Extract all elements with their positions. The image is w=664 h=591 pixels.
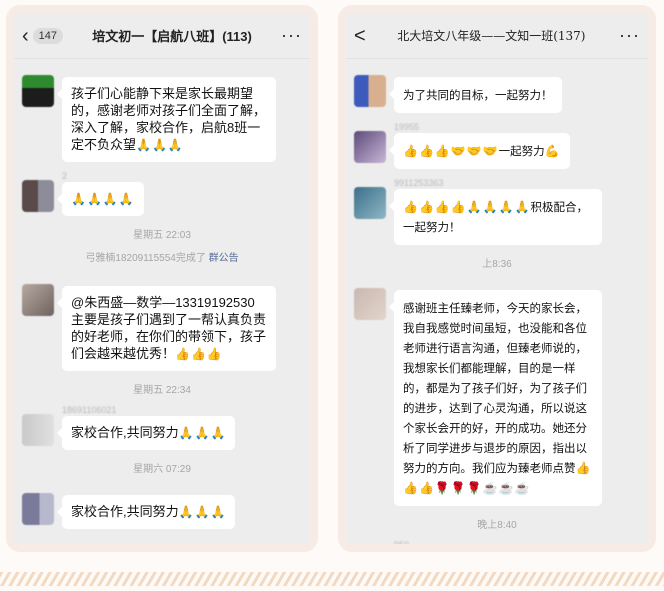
avatar[interactable] <box>22 180 54 212</box>
message-bubble[interactable]: 孩子们心能静下来是家长最期望的，感谢老师对孩子们全面了解，深入了解，家校合作，启… <box>57 77 276 162</box>
avatar[interactable] <box>354 75 386 107</box>
back-chevron-icon: < <box>354 24 366 47</box>
message-row: 950 <box>354 539 640 544</box>
emoji-icons: 👍👍👍🤝🤝🤝 <box>403 144 499 158</box>
sender-name: 950 <box>394 539 640 544</box>
right-chat-title: 北大培文八年级——文知一班(137) <box>397 29 586 43</box>
message-row: 18691106021 家校合作,共同努力🙏🙏🙏 <box>22 404 302 450</box>
right-chat-window: < 北大培文八年级——文知一班(137) ··· 为了共同的目标，一起努力！ 1… <box>346 13 648 544</box>
right-back-button[interactable]: < <box>354 26 370 46</box>
emoji-icons: 🙏🙏🙏 <box>136 138 184 152</box>
avatar[interactable] <box>22 284 54 316</box>
avatar[interactable] <box>354 288 386 320</box>
left-screenshot-card: ‹ 147 培文初一【启航八班】(113) ··· 孩子们心能静下来是家长最期望… <box>6 5 318 552</box>
emoji-icons: 👍👍👍👍🙏🙏🙏🙏 <box>403 200 531 214</box>
left-back-button[interactable]: ‹ 147 <box>22 26 69 46</box>
left-more-icon[interactable]: ··· <box>275 25 302 46</box>
emoji-icons: 👍👍👍 <box>175 347 223 361</box>
sender-name: 19955 <box>394 122 420 132</box>
right-more-icon[interactable]: ··· <box>613 25 640 46</box>
message-row: 2 🙏🙏🙏🙏 <box>22 170 302 216</box>
sender-name: 2 <box>62 171 68 181</box>
message-bubble[interactable]: 家校合作,共同努力🙏🙏🙏 <box>56 416 236 450</box>
time-stamp: 星期五 22:34 <box>133 385 191 396</box>
message-row: @朱西盛—数学—13319192530 主要是孩子们遇到了一帮认真负责的好老师，… <box>22 274 302 371</box>
message-bubble[interactable]: 🙏🙏🙏🙏 <box>57 182 144 216</box>
emoji-icons: 🙏🙏🙏 <box>178 426 227 440</box>
group-notice-link[interactable]: 群公告 <box>209 253 239 264</box>
left-chat-window: ‹ 147 培文初一【启航八班】(113) ··· 孩子们心能静下来是家长最期望… <box>14 13 310 544</box>
message-row: 家校合作,共同努力🙏🙏🙏 <box>22 483 302 529</box>
time-stamp: 星期六 07:29 <box>133 464 191 475</box>
time-stamp: 星期五 22:03 <box>133 230 191 241</box>
sender-name <box>62 483 302 495</box>
message-bubble[interactable]: 为了共同的目标，一起努力！ <box>389 77 562 113</box>
message-bubble[interactable]: 感谢班主任臻老师，今天的家长会，我自我感觉时间虽短，也没能和各位老师进行语言沟通… <box>389 290 602 506</box>
sender-name <box>394 65 640 77</box>
right-message-list: 为了共同的目标，一起努力！ 19955 👍👍👍🤝🤝🤝一起努力💪 99112533… <box>346 59 648 544</box>
message-text: @朱西盛—数学—13319192530 主要是孩子们遇到了一帮认真负责的好老师，… <box>71 295 267 361</box>
back-chevron-icon: ‹ <box>22 24 29 47</box>
avatar[interactable] <box>22 75 54 107</box>
decorative-stripe-divider <box>0 572 664 586</box>
message-text: 一起努力 <box>498 144 545 158</box>
message-row: 感谢班主任臻老师，今天的家长会，我自我感觉时间虽短，也没能和各位老师进行语言沟通… <box>354 278 640 506</box>
message-text: 感谢班主任臻老师，今天的家长会，我自我感觉时间虽短，也没能和各位老师进行语言沟通… <box>403 301 587 475</box>
sender-name <box>394 278 640 290</box>
avatar[interactable] <box>354 131 386 163</box>
unread-count-badge: 147 <box>32 27 64 44</box>
avatar[interactable] <box>22 414 54 446</box>
message-bubble[interactable]: 👍👍👍🤝🤝🤝一起努力💪 <box>389 133 570 169</box>
message-row: 19955 👍👍👍🤝🤝🤝一起努力💪 <box>354 121 640 169</box>
sender-name: 18691106021 <box>62 405 117 415</box>
notice-text: 弓雅楠18209115554完成了 <box>85 253 206 264</box>
system-notice: 弓雅楠18209115554完成了 群公告 <box>22 249 302 264</box>
left-chat-title: 培文初一【启航八班】(113) <box>92 29 252 44</box>
message-bubble[interactable]: 👍👍👍👍🙏🙏🙏🙏积极配合，一起努力！ <box>389 189 602 245</box>
message-text: 家校合作,共同努力 <box>71 425 179 440</box>
emoji-icons: 🙏🙏🙏 <box>178 505 227 519</box>
sender-name: 9911253363 <box>394 178 444 188</box>
message-text: 家校合作,共同努力 <box>71 504 179 519</box>
right-screenshot-card: < 北大培文八年级——文知一班(137) ··· 为了共同的目标，一起努力！ 1… <box>338 5 656 552</box>
time-stamp: 上8:36 <box>482 259 512 270</box>
right-chat-header: < 北大培文八年级——文知一班(137) ··· <box>346 13 648 59</box>
message-bubble[interactable]: @朱西盛—数学—13319192530 主要是孩子们遇到了一帮认真负责的好老师，… <box>57 286 276 371</box>
message-row: 孩子们心能静下来是家长最期望的，感谢老师对孩子们全面了解，深入了解，家校合作，启… <box>22 65 302 162</box>
avatar[interactable] <box>22 493 54 525</box>
emoji-icons: 🙏🙏🙏🙏 <box>71 192 135 206</box>
emoji-icons: 💪 <box>544 144 561 158</box>
message-bubble[interactable]: 家校合作,共同努力🙏🙏🙏 <box>56 495 236 529</box>
message-row: 为了共同的目标，一起努力！ <box>354 65 640 113</box>
left-message-list: 孩子们心能静下来是家长最期望的，感谢老师对孩子们全面了解，深入了解，家校合作，启… <box>14 59 310 529</box>
sender-name <box>62 65 302 77</box>
sender-name <box>62 274 302 286</box>
message-row: 9911253363 👍👍👍👍🙏🙏🙏🙏积极配合，一起努力！ <box>354 177 640 245</box>
avatar[interactable] <box>354 187 386 219</box>
left-chat-header: ‹ 147 培文初一【启航八班】(113) ··· <box>14 13 310 59</box>
message-text: 为了共同的目标，一起努力！ <box>403 88 553 102</box>
time-stamp: 晚上8:40 <box>477 520 517 531</box>
